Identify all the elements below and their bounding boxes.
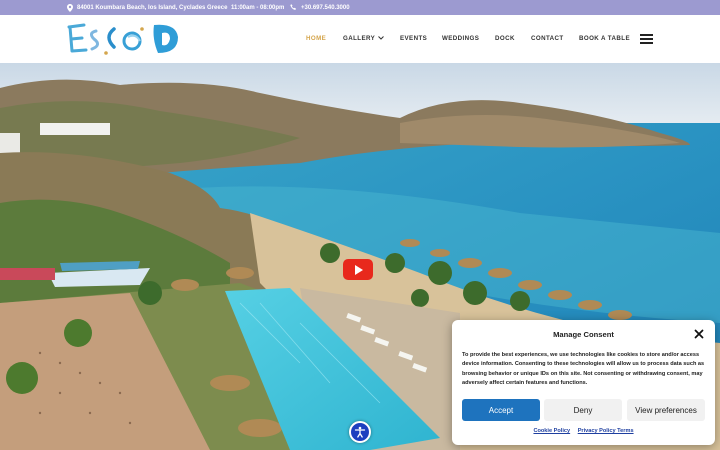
close-icon[interactable] <box>694 329 704 339</box>
deny-button[interactable]: Deny <box>544 399 622 421</box>
nav-book-a-table[interactable]: BOOK A TABLE <box>579 35 630 42</box>
accessibility-button[interactable] <box>349 421 371 443</box>
hours-text: 11:00am - 08:00pm <box>231 4 285 11</box>
nav-dock[interactable]: DOCK <box>495 35 515 42</box>
consent-links: Cookie Policy Privacy Policy Terms <box>452 428 715 434</box>
accessibility-icon <box>354 426 366 438</box>
phone-icon <box>290 4 296 10</box>
phone-item[interactable]: +30.697.540.3000 <box>290 0 350 15</box>
address-item: 84001 Koumbara Beach, Ios Island, Cyclad… <box>67 0 227 15</box>
site-header: HOME GALLERY EVENTS WEDDINGS DOCK CONTAC… <box>0 15 720 63</box>
nav-gallery[interactable]: GALLERY <box>343 35 384 42</box>
cookie-consent-dialog: Manage Consent To provide the best exper… <box>452 320 715 445</box>
cookie-policy-link[interactable]: Cookie Policy <box>533 428 570 434</box>
privacy-policy-link[interactable]: Privacy Policy Terms <box>578 428 634 434</box>
location-pin-icon <box>67 3 73 12</box>
nav-contact[interactable]: CONTACT <box>531 35 564 42</box>
chevron-down-icon <box>378 36 384 41</box>
top-info-bar: 84001 Koumbara Beach, Ios Island, Cyclad… <box>0 0 720 15</box>
site-logo[interactable] <box>66 19 196 59</box>
video-play-button[interactable] <box>343 259 373 280</box>
address-text: 84001 Koumbara Beach, Ios Island, Cyclad… <box>77 4 228 11</box>
view-preferences-button[interactable]: View preferences <box>627 399 705 421</box>
accept-button[interactable]: Accept <box>462 399 540 421</box>
nav-events[interactable]: EVENTS <box>400 35 427 42</box>
nav-weddings[interactable]: WEDDINGS <box>442 35 479 42</box>
consent-title: Manage Consent <box>553 330 614 339</box>
nav-gallery-label: GALLERY <box>343 35 376 42</box>
menu-icon[interactable] <box>640 34 653 44</box>
hours-item: 11:00am - 08:00pm <box>231 0 284 15</box>
nav-home[interactable]: HOME <box>306 35 326 42</box>
phone-text: +30.697.540.3000 <box>301 4 350 11</box>
consent-body: To provide the best experiences, we use … <box>462 352 705 387</box>
